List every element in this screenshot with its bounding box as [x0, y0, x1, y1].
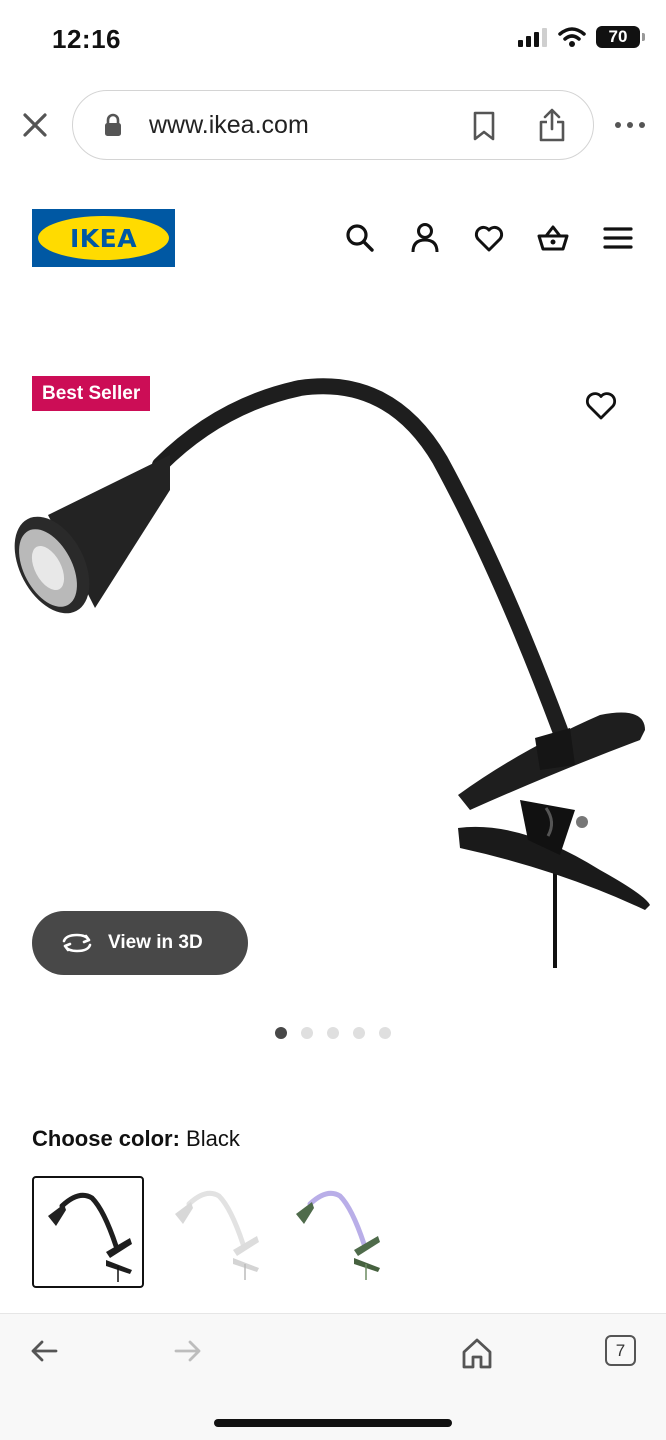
status-time: 12:16 [52, 24, 121, 54]
black-lamp-thumbnail [48, 1192, 132, 1282]
url-text[interactable]: www.ikea.com [149, 111, 309, 140]
back-arrow-icon[interactable] [29, 1336, 59, 1366]
product-image[interactable] [0, 370, 666, 980]
green-lamp-thumbnail [296, 1190, 380, 1280]
ikea-logo[interactable]: IKEA [32, 209, 175, 267]
account-icon[interactable] [409, 222, 441, 254]
home-indicator[interactable] [214, 1419, 452, 1427]
color-swatch-green[interactable] [282, 1176, 394, 1288]
close-icon[interactable] [20, 110, 50, 140]
view-in-3d-button[interactable]: View in 3D [32, 911, 248, 975]
more-icon[interactable] [614, 120, 646, 130]
wifi-icon [558, 27, 586, 47]
image-pagination[interactable] [275, 1027, 391, 1039]
cellular-signal-icon [518, 28, 547, 47]
choose-color-label: Choose color: Black [32, 1126, 240, 1152]
address-bar[interactable]: www.ikea.com [72, 90, 594, 160]
rotate-icon [62, 933, 92, 953]
color-swatch-black[interactable] [32, 1176, 144, 1288]
pagination-dot[interactable] [275, 1027, 287, 1039]
search-icon[interactable] [344, 222, 376, 254]
logo-oval: IKEA [38, 216, 169, 260]
tabs-button[interactable]: 7 [605, 1335, 636, 1366]
color-label-prefix: Choose color: [32, 1126, 180, 1151]
heart-icon[interactable] [473, 222, 505, 254]
pagination-dot[interactable] [327, 1027, 339, 1039]
favorite-heart-icon[interactable] [584, 390, 618, 422]
view-in-3d-label: View in 3D [108, 932, 203, 953]
best-seller-badge: Best Seller [32, 376, 151, 411]
lock-icon [105, 113, 121, 136]
status-icons: 70 [518, 26, 645, 48]
color-swatch-white[interactable] [161, 1176, 273, 1288]
battery-indicator: 70 [596, 26, 645, 48]
home-icon[interactable] [460, 1336, 494, 1370]
selected-color-name: Black [186, 1126, 240, 1151]
logo-text: IKEA [69, 223, 138, 253]
pagination-dot[interactable] [301, 1027, 313, 1039]
bookmark-icon[interactable] [471, 110, 497, 142]
browser-toolbar: 7 [0, 1313, 666, 1440]
white-lamp-thumbnail [175, 1190, 259, 1280]
pagination-dot[interactable] [379, 1027, 391, 1039]
menu-icon[interactable] [602, 222, 634, 254]
share-icon[interactable] [537, 107, 567, 143]
pagination-dot[interactable] [353, 1027, 365, 1039]
forward-arrow-icon[interactable] [173, 1336, 203, 1366]
basket-icon[interactable] [537, 222, 569, 254]
